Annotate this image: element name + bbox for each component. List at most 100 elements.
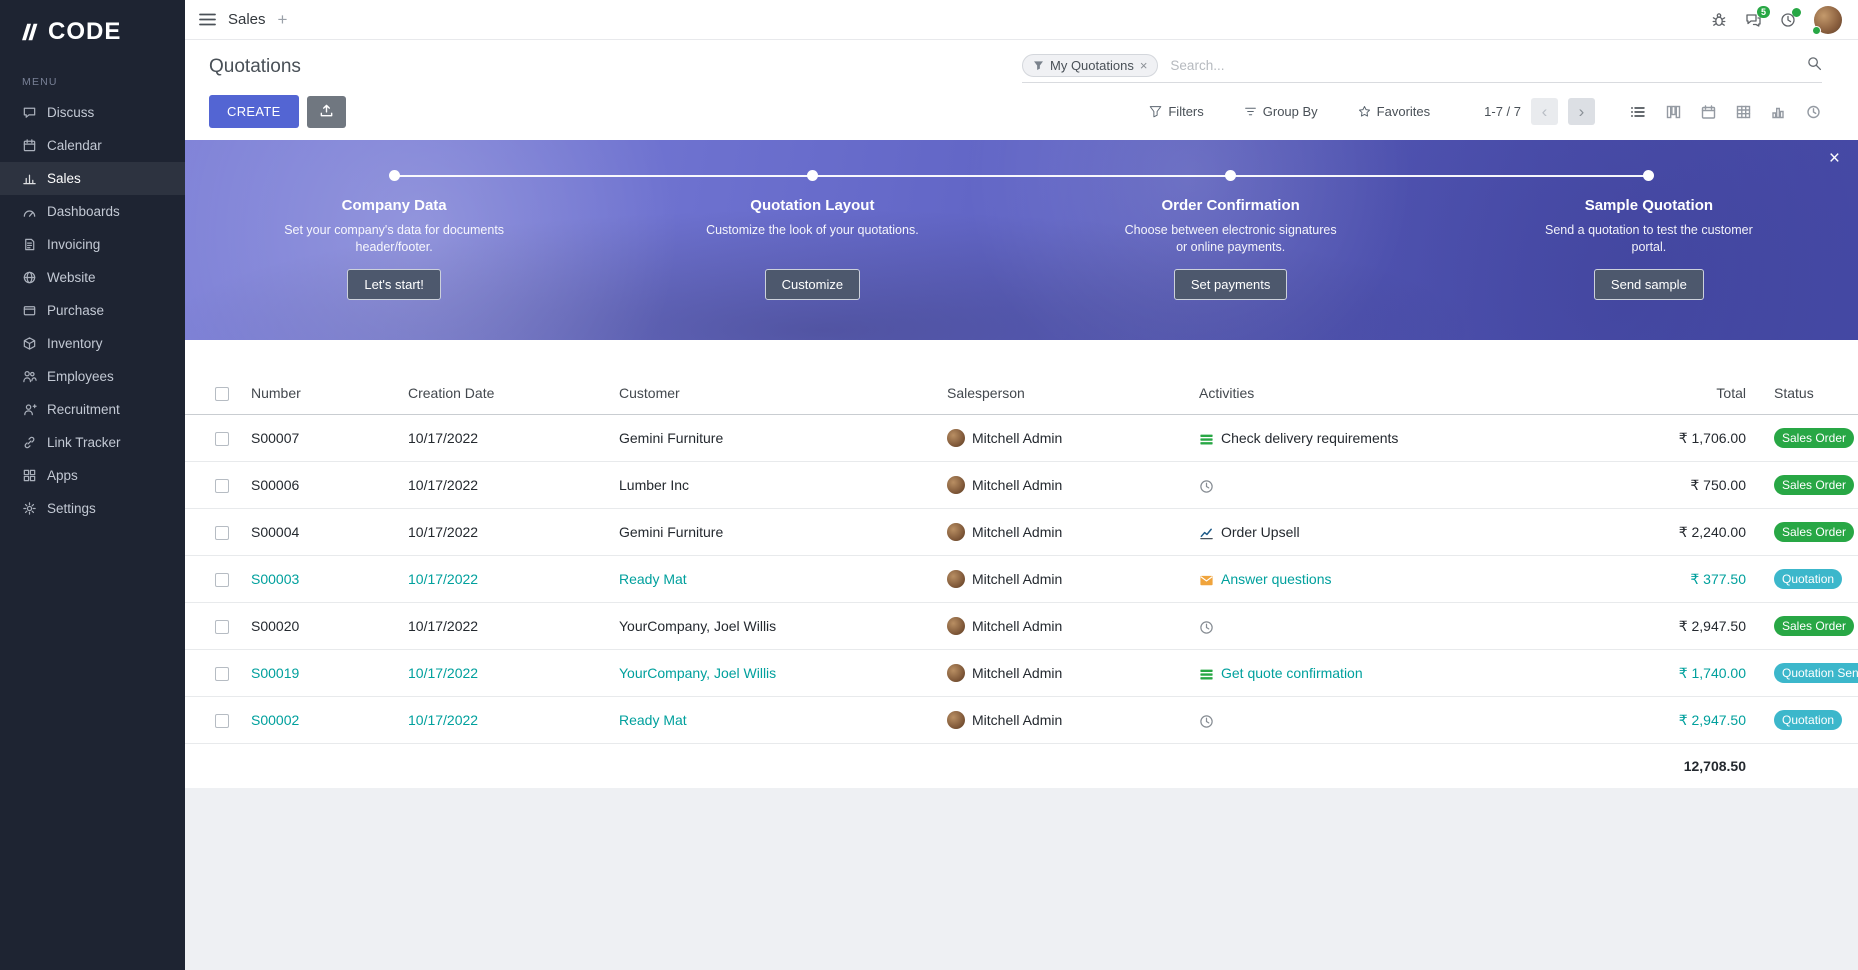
facet-remove-icon[interactable]: × <box>1140 58 1148 73</box>
column-header-number[interactable]: Number <box>241 372 398 415</box>
row-checkbox[interactable] <box>215 526 229 540</box>
table-row[interactable]: S00002 10/17/2022 Ready Mat Mitchell Adm… <box>185 697 1858 744</box>
step-title: Company Data <box>215 197 573 214</box>
create-button[interactable]: CREATE <box>209 95 299 128</box>
column-header-salesperson[interactable]: Salesperson <box>937 372 1189 415</box>
activities-clock-icon[interactable] <box>1780 12 1796 28</box>
search-input[interactable] <box>1168 57 1797 74</box>
select-all-checkbox[interactable] <box>215 387 229 401</box>
table-row[interactable]: S00019 10/17/2022 YourCompany, Joel Will… <box>185 650 1858 697</box>
column-header-activities[interactable]: Activities <box>1189 372 1654 415</box>
salesperson-name: Mitchell Admin <box>972 477 1062 493</box>
kanban-view-button[interactable] <box>1665 104 1682 120</box>
step-action-button[interactable]: Let's start! <box>347 269 441 300</box>
sidebar-item-dashboards[interactable]: Dashboards <box>0 195 185 228</box>
sidebar-item-inventory[interactable]: Inventory <box>0 327 185 360</box>
onboarding-step: Company Data Set your company's data for… <box>185 170 603 300</box>
row-checkbox[interactable] <box>215 432 229 446</box>
column-header-total[interactable]: Total <box>1654 372 1764 415</box>
search-facet[interactable]: My Quotations × <box>1022 54 1158 77</box>
sidebar-item-label: Sales <box>47 171 81 186</box>
table-row[interactable]: S00020 10/17/2022 YourCompany, Joel Will… <box>185 603 1858 650</box>
column-header-customer[interactable]: Customer <box>609 372 937 415</box>
export-button[interactable] <box>307 96 346 128</box>
search-bar[interactable]: My Quotations × <box>1022 54 1822 83</box>
sidebar-item-settings[interactable]: Settings <box>0 492 185 525</box>
column-header-status[interactable]: Status <box>1764 372 1858 415</box>
graph-view-button[interactable] <box>1770 104 1787 120</box>
activity-icon[interactable] <box>1199 430 1214 447</box>
row-checkbox[interactable] <box>215 620 229 634</box>
sidebar-item-website[interactable]: Website <box>0 261 185 294</box>
activity-icon[interactable] <box>1199 712 1214 729</box>
new-tab-plus-icon[interactable]: + <box>278 11 288 28</box>
logo-text: CODE <box>48 18 121 46</box>
quotation-number[interactable]: S00003 <box>251 571 299 587</box>
hamburger-menu-icon[interactable] <box>199 13 216 26</box>
step-action-button[interactable]: Send sample <box>1594 269 1704 300</box>
sidebar-item-discuss[interactable]: Discuss <box>0 96 185 129</box>
calendar-view-button[interactable] <box>1700 104 1717 120</box>
table-row[interactable]: S00003 10/17/2022 Ready Mat Mitchell Adm… <box>185 556 1858 603</box>
sidebar-item-apps[interactable]: Apps <box>0 459 185 492</box>
filters-button[interactable]: Filters <box>1143 103 1209 120</box>
quotation-number[interactable]: S00020 <box>251 618 299 634</box>
row-checkbox[interactable] <box>215 573 229 587</box>
sidebar-item-link-tracker[interactable]: Link Tracker <box>0 426 185 459</box>
activity-label[interactable]: Get quote confirmation <box>1221 665 1363 681</box>
quotation-number[interactable]: S00019 <box>251 665 299 681</box>
bug-icon[interactable] <box>1711 12 1727 28</box>
user-avatar[interactable] <box>1814 6 1842 34</box>
pivot-view-button[interactable] <box>1735 104 1752 120</box>
activity-label[interactable]: Order Upsell <box>1221 524 1300 540</box>
column-header-creation-date[interactable]: Creation Date <box>398 372 609 415</box>
row-checkbox[interactable] <box>215 714 229 728</box>
presence-dot <box>1812 26 1821 35</box>
group-by-button[interactable]: Group By <box>1238 103 1324 120</box>
activity-icon[interactable] <box>1199 665 1214 682</box>
graph-view-icon <box>1770 104 1787 120</box>
quotation-number[interactable]: S00004 <box>251 524 299 540</box>
messages-icon[interactable]: 5 <box>1745 12 1762 28</box>
sidebar-item-sales[interactable]: Sales <box>0 162 185 195</box>
sidebar-item-invoicing[interactable]: Invoicing <box>0 228 185 261</box>
quotation-number[interactable]: S00006 <box>251 477 299 493</box>
quotation-number[interactable]: S00007 <box>251 430 299 446</box>
sidebar-item-employees[interactable]: Employees <box>0 360 185 393</box>
search-icon[interactable] <box>1807 56 1822 76</box>
pager-next-button[interactable]: › <box>1568 98 1595 125</box>
activity-label[interactable]: Answer questions <box>1221 571 1332 587</box>
table-footer-row: 12,708.50 <box>185 744 1858 789</box>
table-row[interactable]: S00006 10/17/2022 Lumber Inc Mitchell Ad… <box>185 462 1858 509</box>
activity-icon[interactable] <box>1199 524 1214 541</box>
status-badge: Sales Order <box>1774 522 1854 542</box>
activity-view-button[interactable] <box>1805 104 1822 120</box>
pager-previous-button[interactable]: ‹ <box>1531 98 1558 125</box>
row-checkbox[interactable] <box>215 667 229 681</box>
clock-icon <box>1199 714 1214 729</box>
sidebar-item-purchase[interactable]: Purchase <box>0 294 185 327</box>
current-app-name[interactable]: Sales <box>228 11 266 28</box>
quotation-number[interactable]: S00002 <box>251 712 299 728</box>
sidebar-item-recruitment[interactable]: Recruitment <box>0 393 185 426</box>
row-checkbox[interactable] <box>215 479 229 493</box>
activity-icon[interactable] <box>1199 477 1214 494</box>
favorites-button[interactable]: Favorites <box>1352 103 1436 120</box>
step-action-button[interactable]: Set payments <box>1174 269 1288 300</box>
step-title: Order Confirmation <box>1052 197 1410 214</box>
activity-label[interactable]: Check delivery requirements <box>1221 430 1398 446</box>
table-row[interactable]: S00007 10/17/2022 Gemini Furniture Mitch… <box>185 415 1858 462</box>
salesperson-name: Mitchell Admin <box>972 618 1062 634</box>
step-action-button[interactable]: Customize <box>765 269 860 300</box>
creation-date: 10/17/2022 <box>408 524 478 540</box>
sidebar-item-calendar[interactable]: Calendar <box>0 129 185 162</box>
total-amount: ₹ 2,947.50 <box>1679 618 1746 634</box>
creation-date: 10/17/2022 <box>408 665 478 681</box>
step-dot-icon <box>807 170 818 181</box>
activity-icon[interactable] <box>1199 571 1214 588</box>
activity-icon[interactable] <box>1199 618 1214 635</box>
table-row[interactable]: S00004 10/17/2022 Gemini Furniture Mitch… <box>185 509 1858 556</box>
sidebar-nav: Discuss Calendar Sales Dashboards Invoic… <box>0 96 185 525</box>
list-view-button[interactable] <box>1629 104 1647 120</box>
customer-name: Ready Mat <box>619 712 687 728</box>
